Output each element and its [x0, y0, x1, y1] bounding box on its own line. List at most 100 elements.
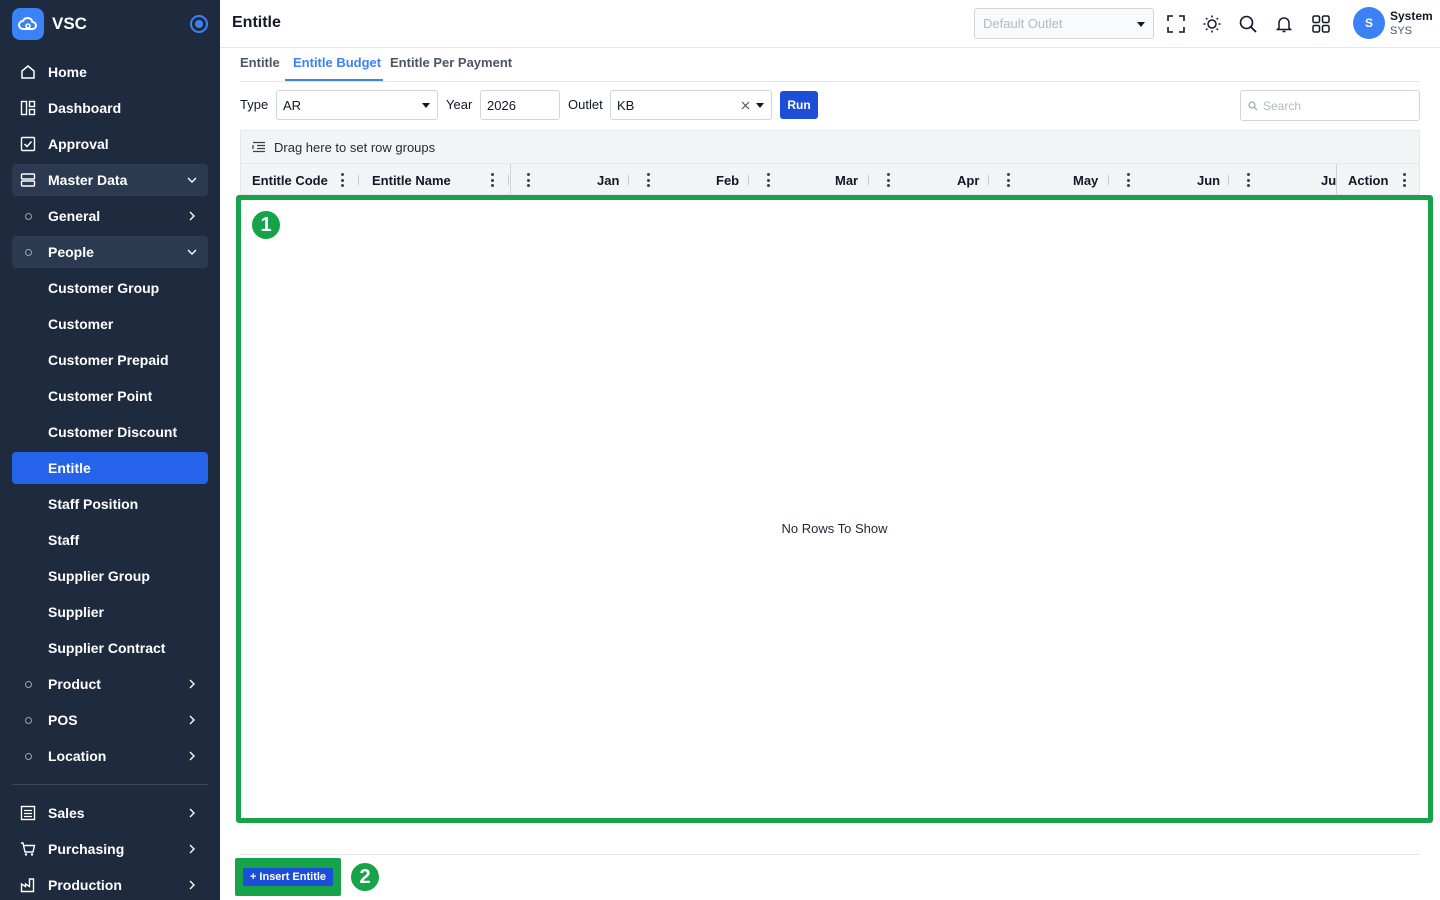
column-menu-icon[interactable] [887, 173, 890, 187]
row-group-icon [252, 141, 265, 153]
sidebar-item-dashboard[interactable]: Dashboard [12, 92, 208, 124]
brand[interactable]: VSC [12, 8, 208, 40]
tab-entitle[interactable]: Entitle [240, 55, 280, 81]
column-menu-icon[interactable] [1403, 173, 1406, 187]
chevron-down-icon [187, 249, 197, 255]
home-icon [20, 64, 36, 80]
sidebar-item-label: Location [48, 748, 107, 764]
type-select[interactable]: AR [276, 90, 438, 120]
sidebar-item-home[interactable]: Home [12, 56, 208, 88]
column-separator[interactable] [358, 175, 359, 185]
tab-entitle-per-payment[interactable]: Entitle Per Payment [390, 55, 512, 81]
sidebar-item-customer-point[interactable]: Customer Point [12, 380, 208, 412]
sidebar-item-staff-position[interactable]: Staff Position [12, 488, 208, 520]
column-separator[interactable] [628, 175, 629, 185]
column-separator[interactable] [1108, 175, 1109, 185]
column-header-mar[interactable]: Mar [835, 173, 858, 188]
sidebar-item-label: Customer Point [48, 388, 153, 404]
year-label: Year [446, 97, 473, 112]
column-header-feb[interactable]: Feb [716, 173, 739, 188]
column-separator[interactable] [868, 175, 869, 185]
column-header-jun[interactable]: Jun [1197, 173, 1220, 188]
column-menu-icon[interactable] [1007, 173, 1010, 187]
chevron-right-icon [189, 715, 195, 725]
type-label: Type [240, 97, 269, 112]
column-header-entitle-name[interactable]: Entitle Name [372, 173, 451, 188]
sidebar-item-general[interactable]: General [12, 200, 208, 232]
column-separator[interactable] [1228, 175, 1229, 185]
sidebar-item-label: Entitle [48, 460, 91, 476]
column-menu-icon[interactable] [647, 173, 650, 187]
sidebar-item-purchasing[interactable]: Purchasing [12, 833, 208, 865]
row-group-panel[interactable]: Drag here to set row groups [240, 130, 1420, 163]
bell-icon[interactable] [1274, 14, 1294, 34]
column-header-jan[interactable]: Jan [597, 173, 619, 188]
column-menu-icon[interactable] [491, 173, 494, 187]
sidebar-item-location[interactable]: Location [12, 740, 208, 772]
sidebar-item-production[interactable]: Production [12, 869, 208, 900]
tab-entitle-budget[interactable]: Entitle Budget [293, 55, 381, 81]
sidebar-item-customer-discount[interactable]: Customer Discount [12, 416, 208, 448]
caret-down-icon [1137, 22, 1145, 27]
app-name: VSC [52, 14, 87, 33]
fullscreen-icon[interactable] [1166, 14, 1186, 34]
sidebar-item-product[interactable]: Product [12, 668, 208, 700]
sidebar-item-label: Product [48, 676, 101, 692]
sidebar-item-approval[interactable]: Approval [12, 128, 208, 160]
sidebar-item-label: People [48, 244, 94, 260]
clear-icon[interactable] [741, 101, 750, 110]
sidebar-toggle-icon[interactable] [190, 15, 208, 33]
pinned-divider [510, 164, 511, 194]
run-button[interactable]: Run [780, 91, 818, 119]
sidebar-item-people[interactable]: People [12, 236, 208, 268]
column-header-apr[interactable]: Apr [957, 173, 979, 188]
sidebar-item-sales[interactable]: Sales [12, 797, 208, 829]
column-header-may[interactable]: May [1073, 173, 1098, 188]
column-menu-icon[interactable] [527, 173, 530, 187]
sidebar-item-supplier-contract[interactable]: Supplier Contract [12, 632, 208, 664]
sidebar-item-label: Supplier [48, 604, 105, 620]
sidebar-item-supplier[interactable]: Supplier [12, 596, 208, 628]
year-input[interactable]: 2026 [480, 90, 560, 120]
page-title: Entitle [232, 14, 281, 31]
outlet-select[interactable]: Default Outlet [974, 8, 1154, 39]
avatar[interactable]: S [1353, 7, 1385, 39]
search-input[interactable]: Search [1240, 90, 1420, 121]
column-separator[interactable] [508, 175, 509, 185]
outlet-filter-select[interactable]: KB [610, 90, 772, 120]
sidebar-item-label: Sales [48, 805, 85, 821]
chevron-right-icon [189, 844, 195, 854]
insert-entitle-button[interactable]: + Insert Entitle [243, 868, 333, 886]
sidebar-item-master-data[interactable]: Master Data [12, 164, 208, 196]
column-header-action[interactable]: Action [1348, 173, 1388, 188]
tab-bar: Entitle Entitle Budget Entitle Per Payme… [240, 48, 1420, 82]
column-menu-icon[interactable] [1247, 173, 1250, 187]
sidebar-item-staff[interactable]: Staff [12, 524, 208, 556]
active-tab-indicator [285, 79, 383, 81]
column-header-jul[interactable]: Ju [1321, 173, 1336, 188]
sidebar-item-customer-prepaid[interactable]: Customer Prepaid [12, 344, 208, 376]
sidebar-item-label: Purchasing [48, 841, 125, 857]
circle-icon [20, 244, 36, 260]
chevron-right-icon [189, 679, 195, 689]
column-menu-icon[interactable] [341, 173, 344, 187]
factory-icon [20, 877, 36, 893]
sun-icon[interactable] [1202, 14, 1222, 34]
sidebar-item-pos[interactable]: POS [12, 704, 208, 736]
column-menu-icon[interactable] [1127, 173, 1130, 187]
column-menu-icon[interactable] [767, 173, 770, 187]
sidebar-item-customer-group[interactable]: Customer Group [12, 272, 208, 304]
chevron-down-icon [187, 177, 197, 183]
caret-down-icon [756, 103, 764, 108]
sidebar-item-entitle[interactable]: Entitle [12, 452, 208, 484]
column-separator[interactable] [748, 175, 749, 185]
sidebar-item-supplier-group[interactable]: Supplier Group [12, 560, 208, 592]
column-header-entitle-code[interactable]: Entitle Code [252, 173, 328, 188]
column-separator[interactable] [988, 175, 989, 185]
sidebar-item-label: Supplier Contract [48, 640, 166, 656]
year-input-value: 2026 [487, 98, 516, 113]
search-icon[interactable] [1238, 14, 1258, 34]
sidebar-item-customer[interactable]: Customer [12, 308, 208, 340]
grid-apps-icon[interactable] [1311, 14, 1331, 34]
annotation-badge-2: 2 [349, 861, 381, 893]
